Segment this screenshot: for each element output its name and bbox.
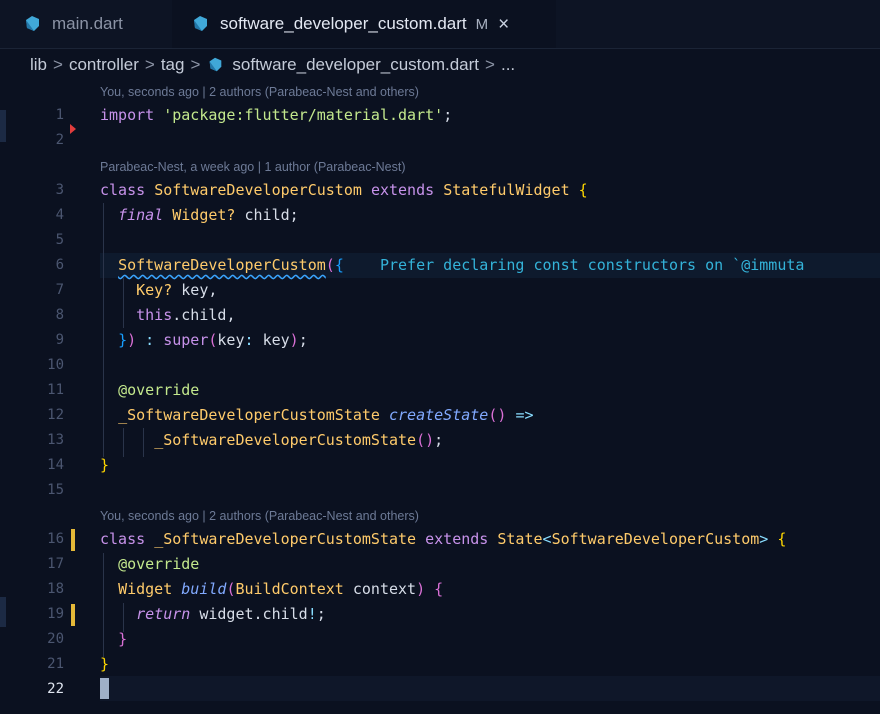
code-line: } bbox=[118, 630, 128, 648]
line-number: 7 bbox=[55, 282, 64, 298]
code-line: SoftwareDeveloperCustom({ Prefer declari… bbox=[118, 256, 805, 274]
text-cursor bbox=[100, 678, 109, 699]
code-line: Key? key, bbox=[136, 281, 218, 299]
dart-icon bbox=[209, 57, 222, 72]
line-number: 13 bbox=[47, 432, 64, 448]
breadcrumb-tag[interactable]: tag bbox=[161, 55, 185, 75]
git-modified-marker bbox=[71, 529, 75, 551]
line-number: 4 bbox=[55, 207, 64, 223]
line-number: 9 bbox=[55, 332, 64, 348]
dart-icon bbox=[194, 16, 207, 31]
current-line-highlight bbox=[100, 676, 880, 701]
git-deleted-marker bbox=[70, 124, 76, 134]
line-number: 8 bbox=[55, 307, 64, 323]
line-number: 16 bbox=[47, 531, 64, 547]
line-number: 5 bbox=[55, 232, 64, 248]
code-line: _SoftwareDeveloperCustomState createStat… bbox=[118, 406, 534, 424]
line-number: 3 bbox=[55, 182, 64, 198]
line-number: 1 bbox=[55, 107, 64, 123]
line-number: 17 bbox=[47, 556, 64, 572]
codelens-blame[interactable]: Parabeac-Nest, a week ago | 1 author (Pa… bbox=[100, 158, 406, 176]
code-line: class SoftwareDeveloperCustom extends St… bbox=[100, 181, 588, 199]
code-line: }) : super(key: key); bbox=[118, 331, 308, 349]
breadcrumb-lib[interactable]: lib bbox=[30, 55, 47, 75]
line-number: 20 bbox=[47, 631, 64, 647]
tab-main-dart[interactable]: main.dart bbox=[0, 0, 172, 48]
breadcrumb-separator: > bbox=[53, 55, 63, 74]
line-number: 18 bbox=[47, 581, 64, 597]
dart-icon bbox=[26, 16, 39, 31]
inline-lint-hint: Prefer declaring const constructors on `… bbox=[379, 256, 805, 274]
breadcrumb-more[interactable]: ... bbox=[501, 55, 515, 75]
code-line: @override bbox=[118, 381, 200, 399]
code-line: } bbox=[100, 655, 110, 673]
breadcrumb-separator: > bbox=[144, 55, 155, 74]
line-number: 6 bbox=[55, 257, 64, 273]
code-line: Widget build(BuildContext context) { bbox=[118, 580, 444, 598]
line-number: 14 bbox=[47, 457, 64, 473]
code-line: @override bbox=[118, 555, 200, 573]
tab-label: main.dart bbox=[52, 14, 123, 33]
code-line: final Widget? child; bbox=[118, 206, 299, 224]
codelens-blame[interactable]: You, seconds ago | 2 authors (Parabeac-N… bbox=[100, 507, 419, 525]
breadcrumb: lib > controller > tag > software_develo… bbox=[0, 48, 880, 82]
breadcrumb-controller[interactable]: controller bbox=[69, 55, 139, 75]
line-number: 11 bbox=[47, 382, 64, 398]
line-number: 10 bbox=[47, 357, 64, 373]
code-line: } bbox=[100, 456, 110, 474]
code-editor[interactable]: You, seconds ago | 2 authors (Parabeac-N… bbox=[0, 82, 880, 714]
line-number: 12 bbox=[47, 407, 64, 423]
breadcrumb-separator: > bbox=[485, 55, 495, 74]
breadcrumb-file[interactable]: software_developer_custom.dart bbox=[232, 55, 479, 75]
close-icon[interactable]: × bbox=[498, 15, 509, 34]
code-line: _SoftwareDeveloperCustomState(); bbox=[154, 431, 444, 449]
lint-warning[interactable]: SoftwareDeveloperCustom bbox=[118, 256, 326, 274]
codelens-blame[interactable]: You, seconds ago | 2 authors (Parabeac-N… bbox=[100, 83, 419, 101]
code-line: return widget.child!; bbox=[136, 605, 326, 623]
line-number: 21 bbox=[47, 656, 64, 672]
line-number: 2 bbox=[55, 132, 64, 148]
line-number: 15 bbox=[47, 482, 64, 498]
code-line: class _SoftwareDeveloperCustomState exte… bbox=[100, 530, 787, 548]
code-line: import 'package:flutter/material.dart'; bbox=[100, 106, 453, 124]
line-number: 19 bbox=[47, 606, 64, 622]
tab-bar: main.dart software_developer_custom.dart… bbox=[0, 0, 880, 49]
line-number: 22 bbox=[47, 681, 64, 697]
tab-label: software_developer_custom.dart bbox=[220, 14, 467, 33]
tab-software-developer-custom[interactable]: software_developer_custom.dart M × bbox=[172, 0, 556, 48]
breadcrumb-separator: > bbox=[190, 55, 201, 74]
code-line: this.child, bbox=[136, 306, 236, 324]
modified-badge: M bbox=[475, 15, 489, 33]
git-modified-marker bbox=[71, 604, 75, 626]
